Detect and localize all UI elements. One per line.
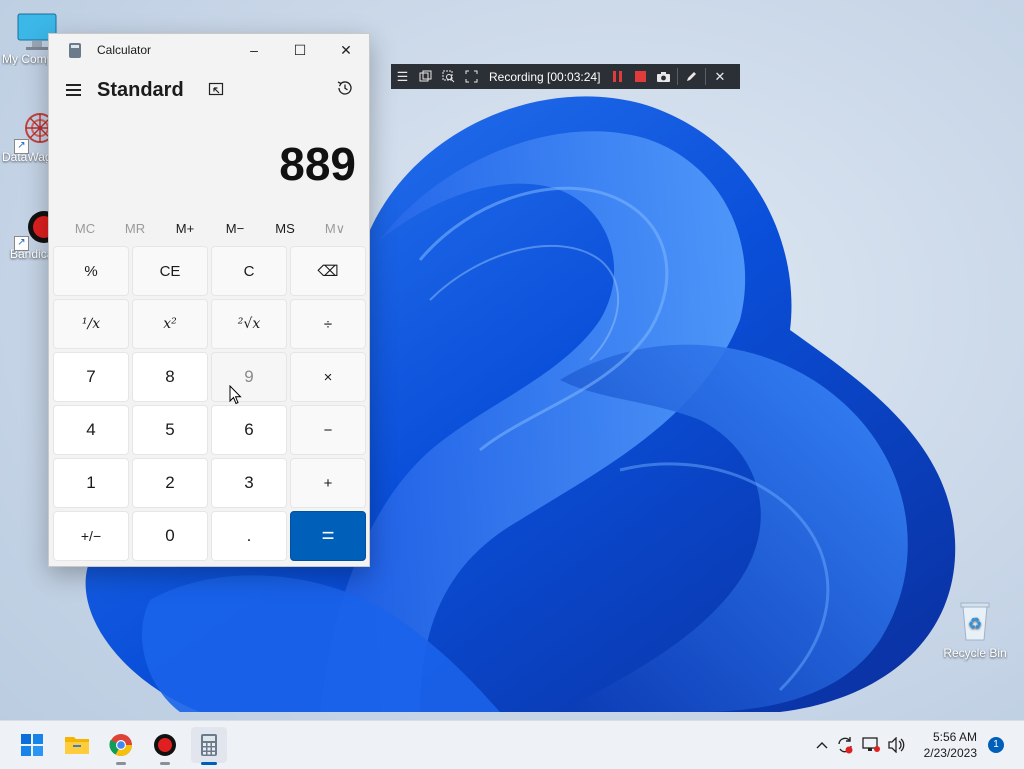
percent-button[interactable]: %: [53, 246, 129, 296]
taskbar: 5:56 AM 2/23/2023 1: [0, 720, 1024, 769]
window-mode-icon[interactable]: [414, 64, 437, 89]
result-display: 889: [279, 138, 356, 190]
network-tray-button[interactable]: [858, 733, 884, 758]
mode-title: Standard: [97, 78, 184, 101]
volume-tray-button[interactable]: [884, 733, 910, 758]
desktop-icon-label: Recycle Bin: [943, 646, 1007, 660]
digit-8-button[interactable]: 8: [132, 352, 208, 402]
network-icon: [862, 737, 880, 752]
mouse-cursor-icon: [229, 385, 242, 405]
taskbar-clock[interactable]: 5:56 AM 2/23/2023: [924, 729, 977, 761]
recording-toolbar: ☰ Recording [00:03:24] ✕: [391, 64, 740, 89]
pencil-icon: [687, 72, 697, 81]
chrome-icon: [109, 734, 132, 756]
mode-bar: Standard: [49, 66, 369, 114]
memory-clear-button[interactable]: MC: [65, 221, 105, 236]
digit-4-button[interactable]: 4: [53, 405, 129, 455]
window-title: Calculator: [97, 43, 152, 57]
clear-entry-button[interactable]: CE: [132, 246, 208, 296]
calculator-window: Calculator – ☐ ✕ Standard 889 MC MR M+ M…: [48, 33, 370, 567]
file-explorer-icon: [65, 737, 89, 754]
close-toolbar-button[interactable]: ✕: [708, 64, 731, 89]
draw-button[interactable]: [680, 64, 703, 89]
history-button[interactable]: [333, 76, 357, 100]
recording-timer: Recording [00:03:24]: [489, 69, 601, 84]
square-root-button[interactable]: ²√x: [211, 299, 287, 349]
chrome-button[interactable]: [103, 727, 139, 765]
toolbar-separator: [705, 68, 707, 85]
memory-add-button[interactable]: M+: [165, 221, 205, 236]
resize-region-icon[interactable]: [460, 64, 483, 89]
notification-badge[interactable]: 1: [988, 737, 1004, 753]
memory-list-button[interactable]: M∨: [315, 221, 355, 237]
file-explorer-button[interactable]: [59, 727, 95, 763]
bandicam-taskbar-button[interactable]: [147, 727, 183, 765]
running-indicator: [160, 762, 170, 765]
maximize-button[interactable]: ☐: [277, 34, 323, 66]
desktop-icon-recycle-bin[interactable]: ♻ Recycle Bin: [938, 598, 1012, 660]
calculator-icon: [201, 734, 217, 756]
clock-date: 2/23/2023: [923, 746, 977, 760]
divide-button[interactable]: ÷: [290, 299, 366, 349]
decimal-button[interactable]: .: [211, 511, 287, 561]
keep-on-top-icon: [208, 82, 223, 96]
sync-error-icon: [838, 737, 853, 754]
menu-icon[interactable]: ☰: [391, 64, 414, 89]
shortcut-arrow-icon: ↗: [14, 139, 29, 154]
sync-tray-button[interactable]: [832, 733, 858, 758]
digit-7-button[interactable]: 7: [53, 352, 129, 402]
shortcut-arrow-icon: ↗: [14, 236, 29, 251]
minimize-button[interactable]: –: [231, 34, 277, 66]
digit-2-button[interactable]: 2: [132, 458, 208, 508]
memory-subtract-button[interactable]: M−: [215, 221, 255, 236]
clock-time: 5:56 AM: [932, 730, 977, 744]
screenshot-button[interactable]: [652, 64, 675, 89]
start-button[interactable]: [14, 727, 50, 763]
svg-text:♻: ♻: [968, 616, 982, 633]
hamburger-icon: [65, 89, 81, 91]
pause-icon: [613, 71, 623, 82]
title-bar[interactable]: Calculator – ☐ ✕: [49, 34, 369, 66]
multiply-button[interactable]: ×: [290, 352, 366, 402]
digit-6-button[interactable]: 6: [211, 405, 287, 455]
digit-9-button[interactable]: 9: [211, 352, 287, 402]
pause-button[interactable]: [606, 64, 629, 89]
digit-0-button[interactable]: 0: [132, 511, 208, 561]
toolbar-separator: [677, 68, 679, 85]
volume-icon: [888, 737, 905, 753]
chevron-up-icon: [816, 742, 828, 749]
equals-button[interactable]: =: [290, 511, 366, 561]
subtract-button[interactable]: −: [290, 405, 366, 455]
close-button[interactable]: ✕: [323, 34, 369, 66]
stop-button[interactable]: [629, 64, 652, 89]
digit-5-button[interactable]: 5: [132, 405, 208, 455]
navigation-menu-button[interactable]: [50, 70, 96, 110]
region-search-icon[interactable]: [437, 64, 460, 89]
stop-icon: [635, 71, 647, 82]
add-button[interactable]: +: [290, 458, 366, 508]
backspace-button[interactable]: ⌫: [290, 246, 366, 296]
active-indicator: [201, 762, 217, 765]
running-indicator: [116, 762, 126, 765]
bandicam-icon: [154, 734, 176, 756]
calculator-app-icon: [69, 42, 81, 58]
clear-button[interactable]: C: [211, 246, 287, 296]
digit-1-button[interactable]: 1: [53, 458, 129, 508]
recycle-bin-icon: ♻: [952, 598, 998, 644]
calculator-taskbar-button[interactable]: [191, 727, 227, 765]
start-icon: [21, 734, 43, 756]
keypad: % CE C ⌫ ¹∕x x² ²√x ÷ 7 8 9 × 4 5 6 − 1 …: [53, 246, 366, 561]
keep-on-top-button[interactable]: [204, 78, 228, 102]
reciprocal-button[interactable]: ¹∕x: [53, 299, 129, 349]
show-hidden-icons-button[interactable]: [812, 733, 832, 758]
memory-recall-button[interactable]: MR: [115, 221, 155, 236]
digit-3-button[interactable]: 3: [211, 458, 287, 508]
square-button[interactable]: x²: [132, 299, 208, 349]
negate-button[interactable]: +/−: [53, 511, 129, 561]
camera-icon: [657, 71, 671, 82]
memory-store-button[interactable]: MS: [265, 221, 305, 236]
history-icon: [337, 81, 352, 95]
